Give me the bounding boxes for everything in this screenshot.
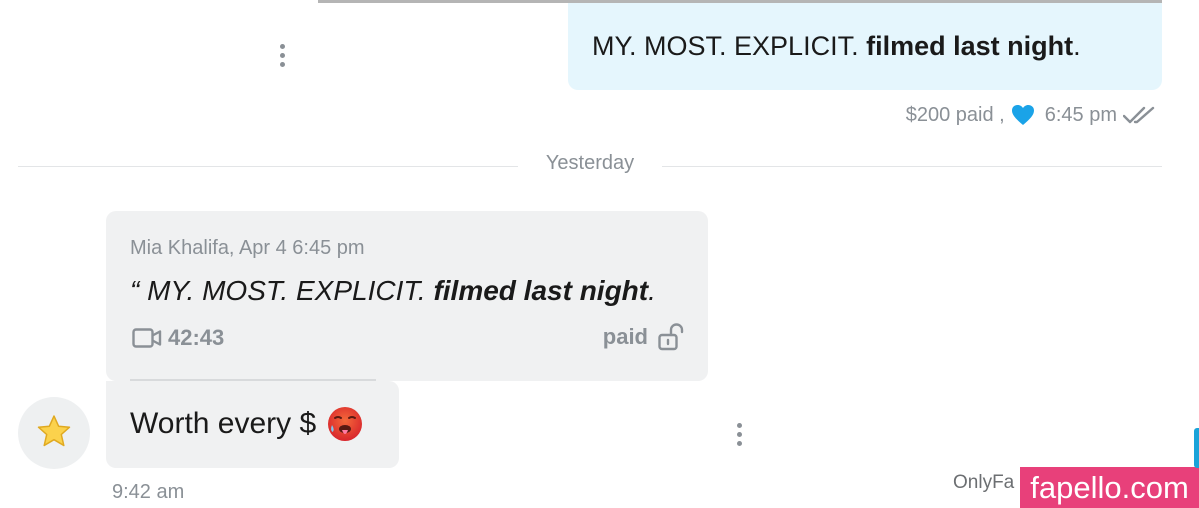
video-duration: 42:43 xyxy=(132,325,224,351)
quoted-message-bubble[interactable]: Mia Khalifa, Apr 4 6:45 pm “ MY. MOST. E… xyxy=(106,211,708,381)
reply-message-text: Worth every $ xyxy=(130,405,364,443)
avatar[interactable] xyxy=(18,397,90,469)
unlock-icon xyxy=(658,323,684,351)
date-divider-line-left xyxy=(18,166,518,167)
quoted-message-text: “ MY. MOST. EXPLICIT. filmed last night. xyxy=(130,275,656,306)
sent-message-time: 6:45 pm xyxy=(1044,103,1117,126)
video-camera-icon xyxy=(132,327,162,349)
more-options-icon[interactable] xyxy=(734,423,744,446)
watermark-badge: fapello.com xyxy=(1020,467,1199,508)
double-check-icon xyxy=(1123,105,1159,125)
watermark-partial-text: OnlyFa xyxy=(953,472,1015,493)
heart-icon[interactable] xyxy=(1011,104,1035,126)
paid-status: paid xyxy=(603,323,684,351)
reply-message-time: 9:42 am xyxy=(112,481,185,503)
reply-message-bubble[interactable]: Worth every $ xyxy=(106,379,399,468)
star-icon xyxy=(36,414,72,453)
price-paid-label: $200 paid , xyxy=(905,103,1005,126)
more-options-icon[interactable] xyxy=(277,44,287,67)
scroll-edge-tab[interactable] xyxy=(1194,428,1199,468)
video-duration-text: 42:43 xyxy=(168,325,225,350)
reply-separator xyxy=(130,379,376,381)
quoted-author-date: Mia Khalifa, Apr 4 6:45 pm xyxy=(130,237,365,259)
paid-label: paid xyxy=(602,324,648,349)
hot-face-emoji-icon xyxy=(326,405,364,443)
date-divider-label: Yesterday xyxy=(545,152,635,174)
sent-message-text: MY. MOST. EXPLICIT. filmed last night. xyxy=(592,31,1081,61)
date-divider-line-right xyxy=(662,166,1162,167)
sent-message-bubble[interactable]: MY. MOST. EXPLICIT. filmed last night. xyxy=(568,3,1162,90)
sent-message-meta: $200 paid , 6:45 pm xyxy=(906,100,1159,130)
